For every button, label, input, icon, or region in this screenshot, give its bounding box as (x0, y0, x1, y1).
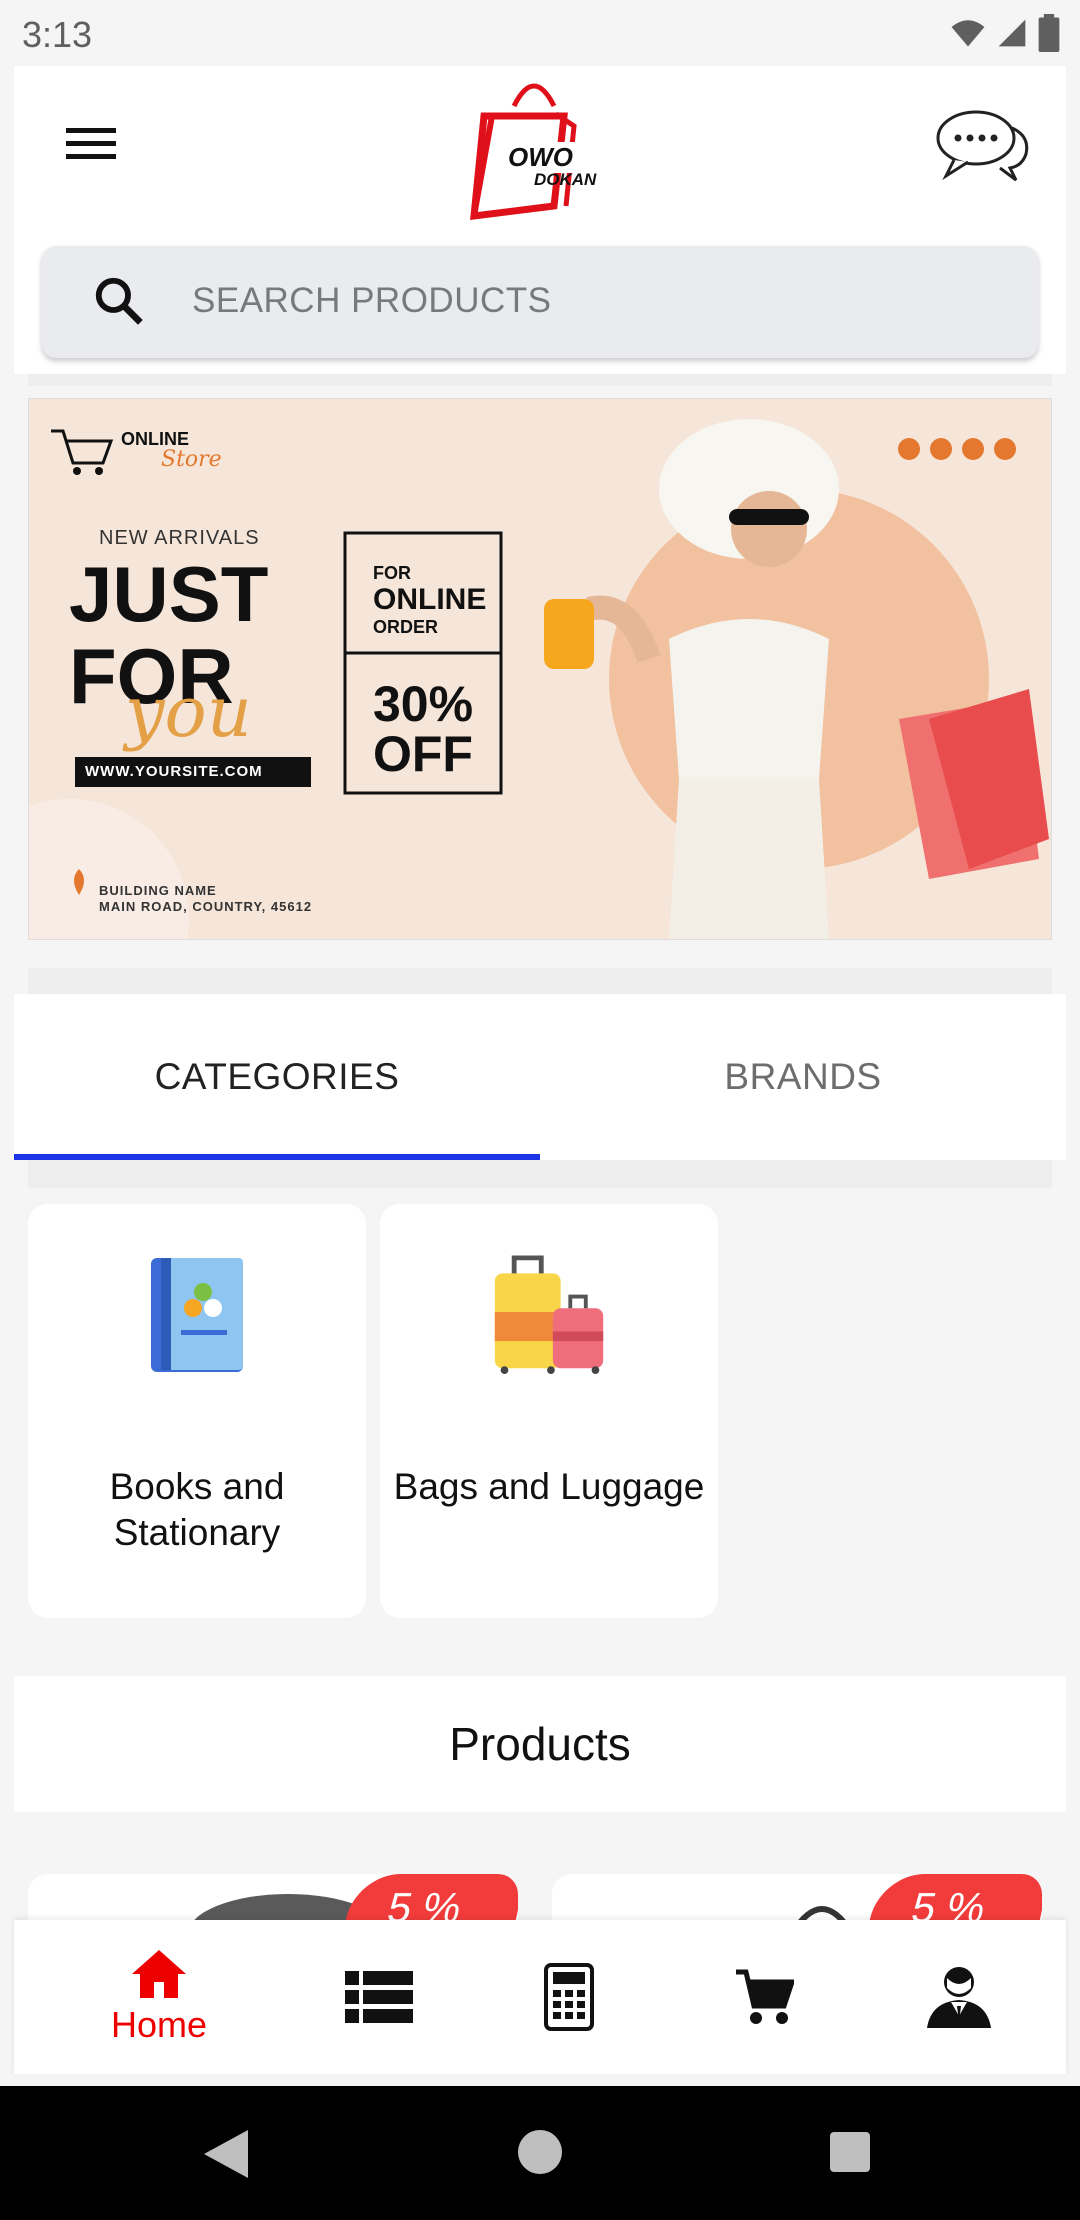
products-title: Products (14, 1676, 1066, 1812)
search-section: SEARCH PRODUCTS (14, 224, 1066, 374)
tab-brands[interactable]: BRANDS (540, 994, 1066, 1160)
banner-promo-line2: ONLINE (373, 583, 487, 616)
status-icons (950, 14, 1060, 52)
app-header: OWO DOKAN (14, 66, 1066, 224)
banner-promo-line1: FOR (373, 563, 411, 583)
list-icon (345, 1971, 413, 2023)
book-icon (151, 1258, 243, 1372)
category-label: Bags and Luggage (393, 1466, 705, 1507)
logo-text-bottom: DOKAN (534, 170, 597, 189)
cart-icon (736, 1969, 794, 2024)
banner-promo-line3: ORDER (373, 617, 439, 637)
recent-apps-icon[interactable] (830, 2132, 870, 2172)
category-card-books[interactable]: Books and Stationary (28, 1204, 366, 1618)
menu-icon[interactable] (64, 118, 120, 170)
banner-promo-discount-2: OFF (373, 726, 473, 782)
bottom-nav: Home (14, 1920, 1066, 2074)
status-time: 3:13 (22, 14, 93, 55)
nav-calculator[interactable] (514, 1920, 624, 2074)
status-bar: 3:13 (0, 0, 1080, 66)
banner-new-arrivals: NEW ARRIVALS (99, 527, 260, 549)
profile-icon (927, 1967, 991, 2028)
wifi-icon (951, 20, 985, 47)
banner-url: WWW.YOURSITE.COM (85, 763, 263, 780)
calculator-icon (544, 1963, 594, 2031)
logo-text-top: OWO (506, 142, 575, 173)
promo-banner[interactable]: ONLINE Store NEW ARRIVALS JUST FOR you W… (28, 398, 1052, 940)
nav-profile[interactable] (894, 1920, 1024, 2074)
banner-address-1: BUILDING NAME (99, 883, 217, 898)
signal-icon (998, 19, 1026, 47)
banner-address-2: MAIN ROAD, COUNTRY, 45612 (99, 899, 313, 914)
luggage-icon (494, 1255, 604, 1374)
divider (28, 968, 1052, 994)
divider (28, 374, 1052, 386)
category-tabs: CATEGORIES BRANDS (14, 994, 1066, 1160)
tab-categories[interactable]: CATEGORIES (14, 994, 540, 1160)
home-icon (132, 1950, 186, 1998)
banner-headline-1: JUST (69, 550, 269, 638)
banner-store-line2: Store (161, 447, 222, 472)
category-label: Books and Stationary (109, 1466, 285, 1553)
home-button-icon[interactable] (518, 2130, 562, 2174)
divider (28, 1160, 1052, 1188)
search-input[interactable]: SEARCH PRODUCTS (42, 246, 1038, 358)
search-placeholder: SEARCH PRODUCTS (192, 281, 552, 320)
chat-icon[interactable] (934, 104, 1034, 184)
nav-categories[interactable] (314, 1920, 444, 2074)
system-nav-bar (0, 2086, 1080, 2220)
battery-icon (1038, 14, 1060, 52)
nav-cart[interactable] (704, 1920, 824, 2074)
category-card-bags[interactable]: Bags and Luggage (380, 1204, 718, 1618)
banner-headline-script: you (125, 671, 252, 753)
nav-home-label: Home (110, 2004, 208, 2045)
search-icon (95, 277, 143, 325)
app-logo: OWO DOKAN (464, 66, 644, 224)
back-icon[interactable] (200, 2126, 252, 2182)
nav-home[interactable]: Home (74, 1920, 244, 2074)
